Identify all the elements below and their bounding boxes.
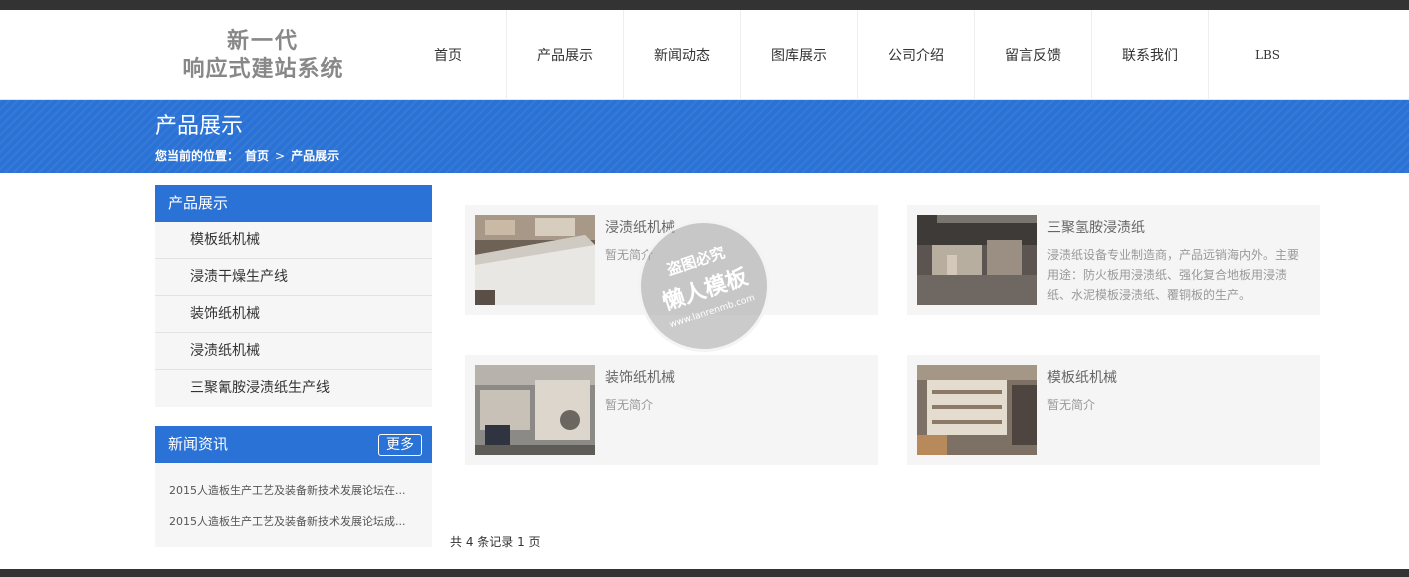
- breadcrumb-home[interactable]: 首页: [245, 147, 269, 164]
- product-image[interactable]: [475, 365, 595, 455]
- product-image[interactable]: [917, 215, 1037, 305]
- sidebar-item[interactable]: 浸渍纸机械: [155, 333, 432, 370]
- main-nav: 首页 产品展示 新闻动态 图库展示 公司介绍 留言反馈 联系我们 LBS: [390, 10, 1326, 100]
- site-logo[interactable]: 新一代 响应式建站系统: [168, 28, 358, 88]
- top-bar: [0, 0, 1409, 10]
- sidebar-item[interactable]: 浸渍干燥生产线: [155, 259, 432, 296]
- product-category-sidebar: 产品展示 模板纸机械 浸渍干燥生产线 装饰纸机械 浸渍纸机械 三聚氰胺浸渍纸生产…: [155, 185, 432, 407]
- page-banner: 产品展示 您当前的位置： 首页 > 产品展示: [0, 100, 1409, 173]
- product-title[interactable]: 装饰纸机械: [605, 367, 675, 387]
- product-card[interactable]: 模板纸机械 暂无简介: [907, 355, 1320, 465]
- product-title[interactable]: 三聚氢胺浸渍纸: [1047, 217, 1145, 237]
- breadcrumb-current[interactable]: 产品展示: [291, 147, 339, 164]
- page-title: 产品展示: [155, 114, 244, 139]
- news-list: 2015人造板生产工艺及装备新技术发展论坛在... 2015人造板生产工艺及装备…: [155, 463, 432, 547]
- nav-news[interactable]: 新闻动态: [624, 10, 741, 100]
- product-card[interactable]: 装饰纸机械 暂无简介: [465, 355, 878, 465]
- nav-feedback[interactable]: 留言反馈: [975, 10, 1092, 100]
- sidebar-title: 产品展示: [155, 185, 432, 222]
- product-title[interactable]: 模板纸机械: [1047, 367, 1117, 387]
- breadcrumb: 您当前的位置： 首页 > 产品展示: [155, 147, 339, 164]
- product-desc: 浸渍纸设备专业制造商，产品远销海内外。主要用途：防火板用浸渍纸、强化复合地板用浸…: [1047, 248, 1300, 302]
- breadcrumb-separator-icon: >: [275, 148, 286, 163]
- sidebar-item[interactable]: 装饰纸机械: [155, 296, 432, 333]
- pagination-info: 共 4 条记录 1 页: [450, 535, 541, 549]
- nav-about[interactable]: 公司介绍: [858, 10, 975, 100]
- product-desc: 暂无简介: [605, 398, 654, 412]
- sidebar-list: 模板纸机械 浸渍干燥生产线 装饰纸机械 浸渍纸机械 三聚氰胺浸渍纸生产线: [155, 222, 432, 407]
- news-title-label: 新闻资讯: [168, 435, 229, 453]
- site-header: 新一代 响应式建站系统 首页 产品展示 新闻动态 图库展示 公司介绍 留言反馈 …: [0, 10, 1409, 100]
- more-button[interactable]: 更多: [378, 434, 422, 456]
- nav-contact[interactable]: 联系我们: [1092, 10, 1209, 100]
- logo-line1: 新一代: [226, 29, 299, 54]
- product-desc: 暂无简介: [1047, 398, 1096, 412]
- nav-products[interactable]: 产品展示: [507, 10, 624, 100]
- logo-line2: 响应式建站系统: [182, 57, 344, 82]
- nav-lbs[interactable]: LBS: [1209, 10, 1326, 100]
- product-image[interactable]: [475, 215, 595, 305]
- nav-home[interactable]: 首页: [390, 10, 507, 100]
- news-title: 新闻资讯 更多: [155, 426, 432, 463]
- breadcrumb-label: 您当前的位置：: [155, 149, 240, 163]
- product-card[interactable]: 三聚氢胺浸渍纸 浸渍纸设备专业制造商，产品远销海内外。主要用途：防火板用浸渍纸、…: [907, 205, 1320, 315]
- product-image[interactable]: [917, 365, 1037, 455]
- nav-gallery[interactable]: 图库展示: [741, 10, 858, 100]
- news-item[interactable]: 2015人造板生产工艺及装备新技术发展论坛成...: [155, 506, 432, 537]
- footer-bar: [0, 569, 1409, 577]
- sidebar-item[interactable]: 模板纸机械: [155, 222, 432, 259]
- sidebar-item[interactable]: 三聚氰胺浸渍纸生产线: [155, 370, 432, 407]
- news-box: 新闻资讯 更多 2015人造板生产工艺及装备新技术发展论坛在... 2015人造…: [155, 426, 432, 547]
- news-item[interactable]: 2015人造板生产工艺及装备新技术发展论坛在...: [155, 475, 432, 506]
